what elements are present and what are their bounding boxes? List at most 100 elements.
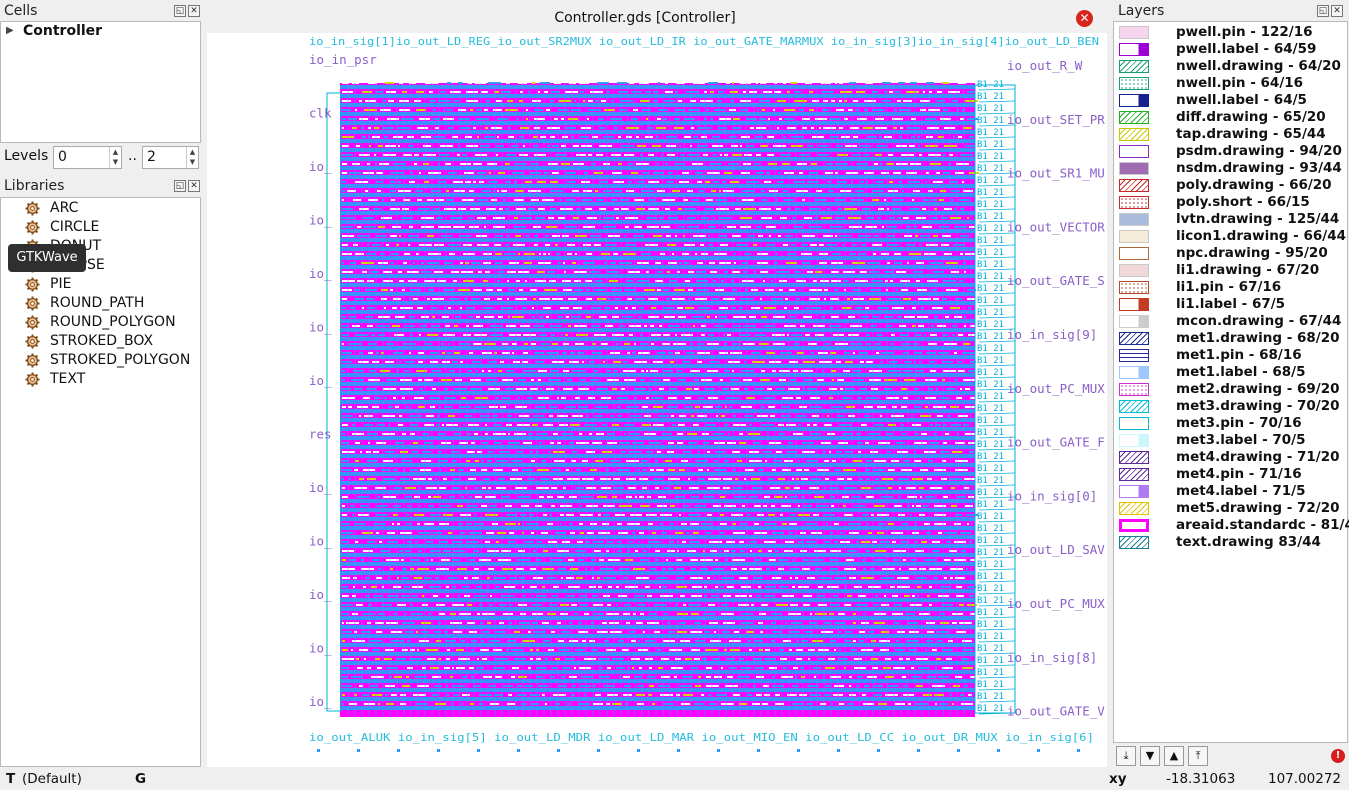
layer-item[interactable]: met1.pin - 68/16 — [1114, 347, 1347, 364]
float-icon[interactable]: ◱ — [174, 180, 186, 192]
layer-swatch[interactable] — [1119, 417, 1149, 430]
layer-swatch[interactable] — [1119, 485, 1149, 498]
layer-item[interactable]: poly.short - 66/15 — [1114, 194, 1347, 211]
layer-swatch[interactable] — [1119, 451, 1149, 464]
layer-item[interactable]: met3.pin - 70/16 — [1114, 415, 1347, 432]
move-top-icon[interactable]: ⤒ — [1188, 746, 1208, 766]
layer-swatch[interactable] — [1119, 281, 1149, 294]
via-mark — [636, 208, 645, 210]
layer-item[interactable]: met4.pin - 71/16 — [1114, 466, 1347, 483]
layer-swatch[interactable] — [1119, 213, 1149, 226]
layer-item[interactable]: licon1.drawing - 66/44 — [1114, 228, 1347, 245]
move-down-icon[interactable]: ▼ — [1140, 746, 1160, 766]
layer-item[interactable]: areaid.standardc - 81/4 — [1114, 517, 1349, 534]
float-icon[interactable]: ◱ — [1317, 5, 1329, 17]
library-item[interactable]: PIE — [1, 275, 200, 294]
layer-item[interactable]: psdm.drawing - 94/20 — [1114, 143, 1347, 160]
layer-swatch[interactable] — [1119, 94, 1149, 107]
expand-arrow-icon[interactable]: ▶ — [6, 22, 14, 40]
layer-item[interactable]: met5.drawing - 72/20 — [1114, 500, 1347, 517]
layer-item[interactable]: nwell.pin - 64/16 — [1114, 75, 1347, 92]
spin-arrows-icon[interactable]: ▲ ▼ — [109, 147, 121, 168]
layer-item[interactable]: li1.label - 67/5 — [1114, 296, 1347, 313]
layout-drawing[interactable]: B1 21B1 21B1 21B1 21B1 21B1 21B1 21B1 21… — [207, 33, 1107, 767]
layer-swatch[interactable] — [1119, 128, 1149, 141]
library-item[interactable]: STROKED_POLYGON — [1, 351, 200, 370]
layer-item[interactable]: met4.drawing - 71/20 — [1114, 449, 1347, 466]
layout-canvas[interactable]: B1 21 B1 21 B1 21 B1 21 B1 21 B1 21 B1 21 B1 21… — [207, 33, 1107, 767]
library-item[interactable]: ROUND_PATH — [1, 294, 200, 313]
cells-tree[interactable]: ▶ Controller — [0, 21, 201, 143]
layers-list[interactable]: pwell.pin - 122/16 pwell.label - 64/59 nwe… — [1113, 21, 1349, 743]
library-item[interactable]: TEXT — [1, 370, 200, 389]
layer-swatch[interactable] — [1119, 298, 1149, 311]
layer-item[interactable]: met1.label - 68/5 — [1114, 364, 1347, 381]
layer-swatch[interactable] — [1119, 383, 1149, 396]
layer-swatch[interactable] — [1119, 264, 1149, 277]
layer-item[interactable]: nwell.drawing - 64/20 — [1114, 58, 1347, 75]
layer-swatch[interactable] — [1119, 502, 1149, 515]
layer-swatch[interactable] — [1119, 43, 1149, 56]
levels-from-spinbox[interactable]: 0 ▲ ▼ — [53, 146, 122, 169]
layer-item[interactable]: diff.drawing - 65/20 — [1114, 109, 1347, 126]
cell-item[interactable]: ▶ Controller — [1, 22, 200, 40]
spin-arrows-icon[interactable]: ▲ ▼ — [186, 147, 198, 168]
layer-item[interactable]: poly.drawing - 66/20 — [1114, 177, 1347, 194]
warning-icon[interactable]: ! — [1331, 749, 1345, 763]
close-view-button[interactable]: ✕ — [1076, 10, 1093, 27]
layer-swatch[interactable] — [1119, 468, 1149, 481]
library-item[interactable]: ROUND_POLYGON — [1, 313, 200, 332]
layer-swatch[interactable] — [1119, 26, 1149, 39]
layer-swatch[interactable] — [1119, 230, 1149, 243]
via-mark — [436, 199, 444, 201]
layer-item[interactable]: pwell.pin - 122/16 — [1114, 24, 1347, 41]
layer-swatch[interactable] — [1119, 434, 1149, 447]
layer-item[interactable]: mcon.drawing - 67/44 — [1114, 313, 1347, 330]
layer-item[interactable]: tap.drawing - 65/44 — [1114, 126, 1347, 143]
layer-swatch[interactable] — [1119, 162, 1149, 175]
status-grid: G — [135, 771, 147, 787]
close-icon[interactable]: ✕ — [188, 5, 200, 17]
move-up-icon[interactable]: ▲ — [1164, 746, 1184, 766]
move-bottom-icon[interactable]: ⤓ — [1116, 746, 1136, 766]
via-mark — [567, 244, 575, 246]
layer-item[interactable]: li1.pin - 67/16 — [1114, 279, 1347, 296]
layer-item[interactable]: met2.drawing - 69/20 — [1114, 381, 1347, 398]
layer-swatch[interactable] — [1119, 196, 1149, 209]
layer-item[interactable]: text.drawing 83/44 — [1114, 534, 1347, 551]
layer-swatch[interactable] — [1119, 332, 1149, 345]
layer-item[interactable]: nsdm.drawing - 93/44 — [1114, 160, 1347, 177]
layer-item[interactable]: nwell.label - 64/5 — [1114, 92, 1347, 109]
layer-swatch[interactable] — [1119, 247, 1149, 260]
layer-item[interactable]: met1.drawing - 68/20 — [1114, 330, 1347, 347]
close-icon[interactable]: ✕ — [1331, 5, 1343, 17]
layer-item[interactable]: li1.drawing - 67/20 — [1114, 262, 1347, 279]
library-item[interactable]: STROKED_BOX — [1, 332, 200, 351]
layer-swatch[interactable] — [1119, 111, 1149, 124]
via-mark — [943, 172, 950, 174]
layer-item[interactable]: lvtn.drawing - 125/44 — [1114, 211, 1347, 228]
layer-item[interactable]: npc.drawing - 95/20 — [1114, 245, 1347, 262]
float-icon[interactable]: ◱ — [174, 5, 186, 17]
layer-swatch[interactable] — [1119, 400, 1149, 413]
library-item[interactable]: CIRCLE — [1, 218, 200, 237]
via-mark — [708, 82, 718, 84]
library-item[interactable]: ARC — [1, 199, 200, 218]
layer-item[interactable]: pwell.label - 64/59 — [1114, 41, 1347, 58]
layer-swatch[interactable] — [1119, 315, 1149, 328]
layer-swatch[interactable] — [1119, 536, 1149, 549]
layer-item[interactable]: met4.label - 71/5 — [1114, 483, 1347, 500]
layer-swatch[interactable] — [1119, 366, 1149, 379]
levels-to-spinbox[interactable]: 2 ▲ ▼ — [142, 146, 199, 169]
layer-swatch[interactable] — [1119, 179, 1149, 192]
layer-item[interactable]: met3.drawing - 70/20 — [1114, 398, 1347, 415]
layer-swatch[interactable] — [1119, 77, 1149, 90]
libraries-list[interactable]: ARCCIRCLEDONUTELLIPSEPIEROUND_PATHROUND_… — [0, 197, 201, 767]
via-mark — [887, 244, 899, 246]
layer-swatch[interactable] — [1119, 60, 1149, 73]
layer-swatch[interactable] — [1119, 349, 1149, 362]
close-icon[interactable]: ✕ — [188, 180, 200, 192]
layer-swatch[interactable] — [1119, 145, 1149, 158]
layer-swatch[interactable] — [1119, 519, 1149, 532]
layer-item[interactable]: met3.label - 70/5 — [1114, 432, 1347, 449]
